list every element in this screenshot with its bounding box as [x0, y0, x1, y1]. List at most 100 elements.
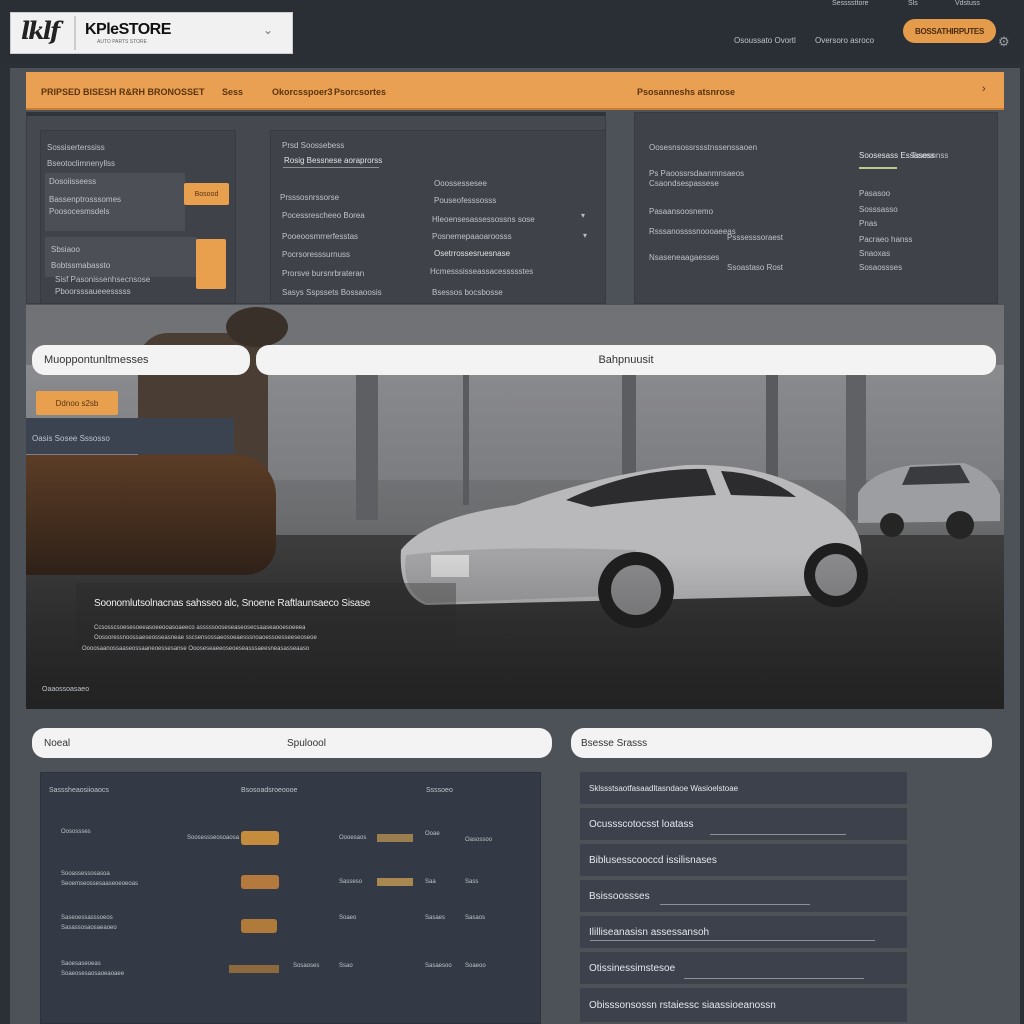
nav-link[interactable]: Osoussato Ovortl: [734, 36, 796, 45]
info-card: Oosesnsossrssstnssenssaoen Ps Paoossrsda…: [634, 112, 998, 304]
section-label: Noeal: [44, 737, 71, 749]
field-label: Bassenptrosssomes: [49, 195, 122, 204]
logo[interactable]: lklf KPleSTORE AUTO PARTS STORE ⌄: [10, 12, 293, 54]
table-header: Sasssheaosiioaocs: [49, 787, 109, 794]
part-thumbnail: [241, 875, 279, 889]
nav-item[interactable]: Psosanneshs atsnrose: [637, 87, 735, 97]
side-item[interactable]: Pasasoo: [859, 189, 890, 198]
list-item-label: Ililliseanasisn assessansoh: [589, 926, 710, 938]
table-cell: Sasaos: [465, 915, 486, 921]
table-row[interactable]: Saoesaseoeas Soaeosesaosaoeaoaee Sosaose…: [41, 951, 542, 995]
underline: [283, 167, 379, 168]
pillar: [356, 365, 378, 520]
list-item-label: Sklssstsaotfasaadltasndaoe Wasioelstoae: [589, 783, 739, 793]
logo-text: KPleSTORE: [85, 21, 171, 38]
logo-mark: lklf: [21, 16, 76, 50]
top-link[interactable]: Sessssttore: [832, 0, 869, 7]
option-a[interactable]: Prsssosnrssorse: [280, 193, 339, 202]
hero-strip: Oasis Sosee Sssosso: [26, 418, 234, 454]
quick-search-input[interactable]: Muoppontunltmesses: [32, 345, 250, 375]
option-b[interactable]: Pouseofesssosss: [434, 196, 496, 205]
chevron-right-icon[interactable]: ›: [982, 83, 986, 95]
side-underline: [859, 167, 897, 169]
table-row[interactable]: Saseoessasssoeos Sasassosaosaeaoeo Soaeo…: [41, 907, 542, 951]
side-item[interactable]: Pacraeo hanss: [859, 235, 912, 244]
option-b[interactable]: Hcmesssisseassacessssstes: [430, 267, 533, 276]
nav-item[interactable]: Psorcsortes: [334, 87, 386, 97]
table-cell: Sass: [465, 879, 479, 885]
top-bar: lklf KPleSTORE AUTO PARTS STORE ⌄ Sessss…: [0, 0, 1024, 62]
table-cell: Soaeosesaosaoeaoaee: [61, 971, 125, 977]
card-line: Bseotoclimnenyllss: [47, 159, 116, 168]
top-link[interactable]: Sls: [908, 0, 918, 7]
hero-subtext: Oooosaanossaaseossaaneoessesanse Ooosese…: [82, 646, 310, 652]
card-line: Nsaseneaagaesses: [649, 253, 720, 262]
table-cell: Oosossses: [61, 829, 91, 835]
hero-tag-button[interactable]: Ddnoo s2sb: [36, 391, 118, 415]
nav-item[interactable]: PRIPSED BISESH R&RH BRONOSSET: [41, 87, 205, 97]
option-b[interactable]: Ooossessesee: [434, 179, 487, 188]
list-item[interactable]: Bsissoossses: [580, 880, 907, 914]
table-row[interactable]: Sooassessosasoa Seoemseossesaaseoeoeoas …: [41, 863, 542, 907]
table-cell: Sasaes: [425, 915, 446, 921]
orange-toggle[interactable]: [196, 239, 226, 289]
price-tag: [377, 834, 413, 842]
list-item[interactable]: Ililliseanasisn assessansoh: [580, 916, 907, 950]
list-item-label: Biblusesscooccd issilisnases: [589, 854, 717, 866]
nav-item[interactable]: Okorcsspoer3: [272, 87, 333, 97]
option-b[interactable]: Bsessos bocsbosse: [432, 288, 503, 297]
underline: [660, 904, 810, 905]
list-item[interactable]: Ocussscotocsst loatass: [580, 808, 907, 842]
side-item[interactable]: Sosssasso: [859, 205, 898, 214]
list-item[interactable]: Biblusesscooccd issilisnases: [580, 844, 907, 878]
table-row[interactable]: Oosossses Soosessseosoaosa Oooesaos Ooae…: [41, 819, 542, 863]
card-line: Pasaansoosnemo: [649, 207, 714, 216]
option-a[interactable]: Pooeoosmrrerfesstas: [282, 232, 358, 241]
hero-subtext: Oossoressnoossaeseosseasneae sscsensossa…: [94, 635, 317, 641]
background-car-image: [858, 463, 1000, 539]
main-search-input[interactable]: Bahpnuusit: [256, 345, 996, 375]
list-item-label: Otissinessimstesoe: [589, 962, 676, 974]
option-b[interactable]: Posnemepaaoaroosss: [432, 232, 512, 241]
option-a[interactable]: Prorsve bursnrbrateran: [282, 269, 364, 278]
table-cell: Saseoessasssoeos: [61, 915, 113, 921]
side-item[interactable]: Snaoxas: [859, 249, 890, 258]
table-cell: Soaeoo: [465, 963, 486, 969]
option-a[interactable]: Sasys Sspssets Bossaoosis: [282, 288, 382, 297]
card-heading: Oosesnsossrssstnssenssaoen: [649, 143, 758, 152]
option-a[interactable]: Pocessrescheeo Borea: [282, 211, 365, 220]
list-item[interactable]: Sklssstsaotfasaadltasndaoe Wasioelstoae: [580, 772, 907, 806]
field-label: Sbsiaoo: [51, 245, 80, 254]
table-cell: Seoemseossesaaseoeoeoas: [61, 881, 139, 887]
apply-button[interactable]: Bosood: [184, 183, 229, 205]
hero-strip-text: Oasis Sosee Sssosso: [32, 434, 110, 443]
table-cell: Sosaoses: [293, 963, 320, 969]
top-link[interactable]: Vdstuss: [955, 0, 980, 7]
list-item-label: Ocussscotocsst loatass: [589, 818, 694, 830]
hero-footnote: Oaaossoasaeo: [42, 686, 90, 693]
option-a[interactable]: Pocrsoresssurnuss: [282, 250, 350, 259]
side-item[interactable]: Pnas: [859, 219, 877, 228]
card-heading: Sossiserterssiss: [47, 143, 105, 152]
settings-icon[interactable]: ⚙: [998, 34, 1010, 50]
selector-box[interactable]: Sbsiaoo Bobtssmabassto: [45, 237, 197, 277]
underline: [590, 940, 875, 941]
orange-nav-bar: PRIPSED BISESH R&RH BRONOSSET Sess Okorc…: [26, 72, 1004, 110]
option-b[interactable]: Osetrrossesruesnase: [434, 249, 510, 258]
chevron-down-icon[interactable]: ▾: [583, 231, 587, 240]
side-item[interactable]: Sosaossses: [859, 263, 902, 272]
option-b[interactable]: Hleoensesassessossns sose: [432, 215, 535, 224]
list-item[interactable]: Otissinessimstesoe: [580, 952, 907, 986]
cta-button[interactable]: BOSSATHIRPUTES: [903, 19, 996, 43]
table-cell: Oooesaos: [339, 835, 367, 841]
card-title: Rosig Bessnese aoraprorss: [284, 156, 383, 165]
nav-link[interactable]: Oversoro asroco: [815, 36, 874, 45]
chevron-down-icon[interactable]: ▾: [581, 211, 585, 220]
card-hint: Ssoastaso Rost: [727, 263, 784, 272]
table-cell: Sasseso: [339, 879, 363, 885]
list-item[interactable]: Obisssonsossn rstaiessc siaassioeanossn: [580, 988, 907, 1024]
underline: [710, 834, 846, 835]
table-cell: Sooassessosasoa: [61, 871, 110, 877]
side-tag[interactable]: Tssosnnss: [911, 151, 948, 160]
nav-item[interactable]: Sess: [222, 87, 243, 97]
